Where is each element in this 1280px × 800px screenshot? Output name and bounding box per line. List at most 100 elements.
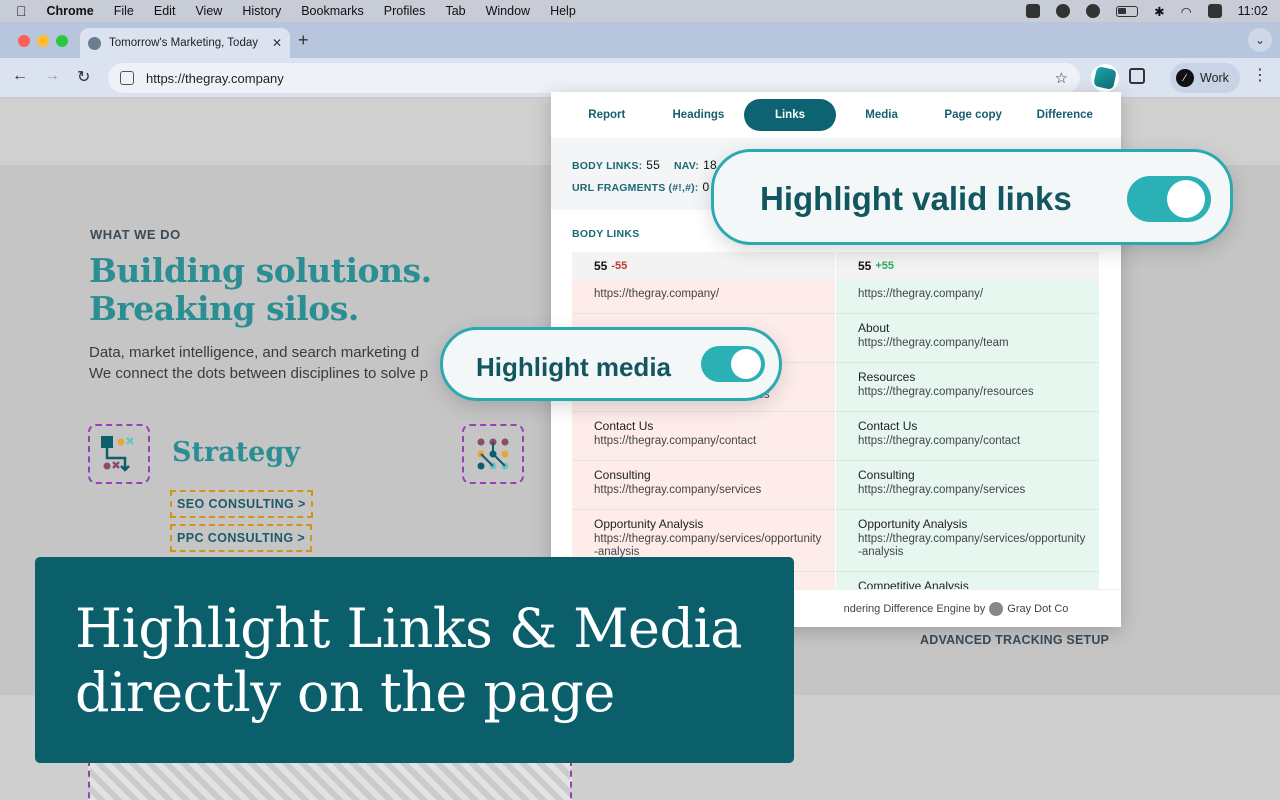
links-comparison: 55 -55 https://thegray.company/ https://… [572,252,1099,589]
menu-chrome[interactable]: Chrome [47,4,94,18]
url-fragments-label: URL FRAGMENTS (#!,#): [572,182,699,194]
tab-media[interactable]: Media [836,99,928,131]
menu-profiles[interactable]: Profiles [384,4,426,18]
highlight-media-toggle[interactable] [701,346,765,382]
nav-label: NAV: [674,160,700,172]
link-url: https://thegray.company/services/opportu… [594,533,822,558]
bluetooth-icon[interactable]: ✱ [1154,4,1164,19]
menu-help[interactable]: Help [550,4,576,18]
link-label: Consulting [858,468,915,482]
reload-icon[interactable]: ↻ [77,67,90,87]
favicon-icon [88,36,101,50]
profile-button[interactable]: ∕ Work [1170,63,1240,93]
tab-strip: Tomorrow's Marketing, Today ✕ + ⌄ [0,22,1280,58]
section-headline: Building solutions. Breaking silos. [89,252,432,328]
link-label: Consulting [594,468,651,482]
menu-history[interactable]: History [242,4,281,18]
highlight-valid-links-toggle[interactable] [1127,176,1211,222]
menu-edit[interactable]: Edit [154,4,176,18]
url-fragments-stat: URL FRAGMENTS (#!,#): 0 [572,180,709,194]
status-icons: ✱ ◠ 11:02 [1026,4,1268,19]
tab-headings[interactable]: Headings [653,99,745,131]
list-item[interactable]: Resources https://thegray.company/resour… [836,363,1099,412]
apple-menu-icon[interactable]:  [16,3,27,19]
minimize-window-button[interactable] [37,35,49,47]
close-tab-icon[interactable]: ✕ [272,36,282,50]
link-label: Contact Us [858,419,918,433]
battery-icon[interactable] [1116,5,1139,17]
raw-html-links-column: 55 -55 https://thegray.company/ https://… [572,252,835,589]
menu-window[interactable]: Window [486,4,530,18]
browser-tab[interactable]: Tomorrow's Marketing, Today ✕ [80,28,290,58]
close-window-button[interactable] [18,35,30,47]
extensions-puzzle-icon[interactable] [1129,68,1145,84]
tab-report[interactable]: Report [561,99,653,131]
service-image-highlight [462,424,524,484]
list-item[interactable]: Consulting https://thegray.company/servi… [572,461,835,510]
footer-text: ndering Difference Engine by [843,602,986,615]
banner-headline: Highlight Links & Media directly on the … [75,597,742,725]
description-line-2: We connect the dots between disciplines … [89,365,429,382]
strategy-image-highlight [88,424,150,484]
banner-line-2: directly on the page [75,661,615,724]
raw-column-header: 55 -55 [572,252,835,280]
url-fragments-count: 0 [702,180,710,194]
list-item[interactable]: Contact Us https://thegray.company/conta… [836,412,1099,461]
nav-stat: NAV: 18 [674,158,717,172]
link-url: https://thegray.company/contact [858,435,1021,447]
promo-banner: Highlight Links & Media directly on the … [35,557,794,763]
rendered-links-column: 55 +55 https://thegray.company/ About ht… [836,252,1099,589]
link-label: Contact Us [594,419,654,433]
list-item[interactable]: Opportunity Analysis https://thegray.com… [836,510,1099,572]
seo-consulting-link[interactable]: SEO CONSULTING > [170,490,313,518]
tab-links[interactable]: Links [744,99,836,131]
list-item[interactable]: Consulting https://thegray.company/servi… [836,461,1099,510]
list-item[interactable]: https://thegray.company/ [572,280,835,314]
control-center-icon[interactable] [1207,4,1222,18]
extension-button[interactable] [1091,64,1119,92]
tab-search-icon[interactable]: ⌄ [1248,28,1272,52]
body-links-count: 55 [646,158,661,172]
link-url: https://thegray.company/ [594,288,720,300]
raw-delta: -55 [611,260,628,272]
menu-view[interactable]: View [195,4,222,18]
menu-tab[interactable]: Tab [445,4,465,18]
ppc-consulting-link[interactable]: PPC CONSULTING > [170,524,313,552]
new-tab-icon[interactable]: + [298,30,309,51]
zoom-window-button[interactable] [56,35,68,47]
list-item[interactable]: https://thegray.company/ [836,280,1099,314]
rendered-count: 55 [858,259,872,273]
clock[interactable]: 11:02 [1238,4,1268,18]
advanced-tracking-link[interactable]: ADVANCED TRACKING SETUP [920,633,1109,647]
menu-bookmarks[interactable]: Bookmarks [301,4,364,18]
menu-file[interactable]: File [114,4,134,18]
wifi-icon[interactable]: ◠ [1181,4,1192,19]
link-url: https://thegray.company/services/opportu… [858,533,1086,558]
list-item[interactable]: About https://thegray.company/team [836,314,1099,363]
list-item[interactable]: Competitive Analysis [836,572,1099,590]
profile-avatar-icon: ∕ [1176,69,1194,87]
navigation-icon[interactable] [1086,4,1101,18]
link-label: Resources [858,370,916,384]
highlight-media-callout: Highlight media [440,327,782,401]
forward-icon[interactable]: → [44,67,60,85]
back-icon[interactable]: ← [12,67,28,85]
bookmark-star-icon[interactable]: ☆ [1055,69,1068,87]
site-info-icon[interactable] [120,71,134,85]
tab-page-copy[interactable]: Page copy [927,99,1019,131]
footer-brand[interactable]: Gray Dot Co [1007,603,1068,615]
app-status-icon[interactable] [1026,4,1041,18]
address-bar[interactable]: https://thegray.company ☆ [108,63,1080,93]
rendered-column-header: 55 +55 [836,252,1099,280]
chrome-menu-icon[interactable]: ⋮ [1252,68,1268,84]
link-url: https://thegray.company/team [858,337,1009,349]
url-text[interactable]: https://thegray.company [146,71,284,86]
body-links-label: BODY LINKS: [572,160,643,172]
list-item[interactable]: Contact Us https://thegray.company/conta… [572,412,835,461]
toggle-knob [1167,180,1205,218]
strategy-heading: Strategy [172,437,300,468]
grammarly-icon[interactable] [1056,4,1071,18]
popup-tabs: Report Headings Links Media Page copy Di… [551,92,1121,138]
description-line-1: Data, market intelligence, and search ma… [89,344,420,361]
tab-difference[interactable]: Difference [1019,99,1111,131]
